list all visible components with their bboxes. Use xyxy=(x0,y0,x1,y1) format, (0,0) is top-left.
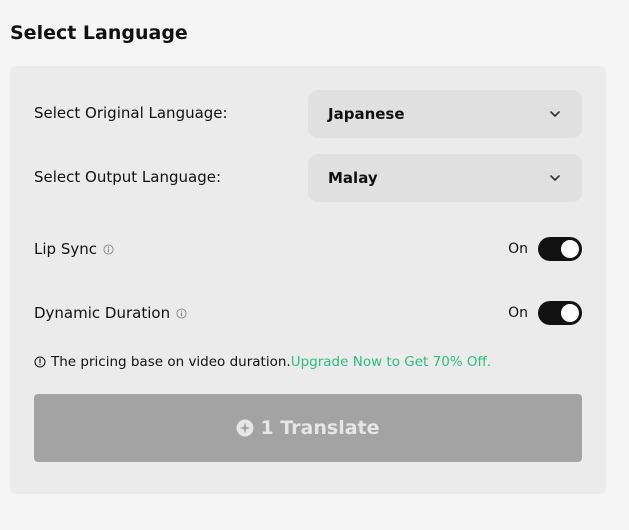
section-title: Select Language xyxy=(10,22,188,44)
toggle-knob xyxy=(561,240,579,258)
chevron-down-icon xyxy=(550,175,560,181)
dynamic-duration-state: On xyxy=(508,305,528,321)
output-language-select[interactable]: Malay xyxy=(308,154,582,202)
original-language-select[interactable]: Japanese xyxy=(308,90,582,138)
toggle-knob xyxy=(561,304,579,322)
dynamic-duration-toggle-group: On xyxy=(508,301,582,325)
original-language-label-text: Select Original Language: xyxy=(34,104,228,122)
lip-sync-state: On xyxy=(508,241,528,257)
pricing-note: The pricing base on video duration.Upgra… xyxy=(34,354,491,370)
translate-button-label: 1 Translate xyxy=(260,417,380,439)
lip-sync-label: Lip Sync xyxy=(34,239,114,259)
credit-coin-icon xyxy=(236,419,254,437)
output-language-value: Malay xyxy=(328,169,378,187)
output-language-label-text: Select Output Language: xyxy=(34,168,221,186)
lip-sync-label-text: Lip Sync xyxy=(34,240,97,258)
dynamic-duration-label: Dynamic Duration xyxy=(34,303,187,323)
info-icon xyxy=(34,356,46,368)
upgrade-link[interactable]: Upgrade Now to Get 70% Off. xyxy=(291,354,491,370)
translate-button[interactable]: 1 Translate xyxy=(34,394,582,462)
pricing-note-text: The pricing base on video duration. xyxy=(51,354,291,370)
info-icon[interactable] xyxy=(103,243,114,255)
original-language-label: Select Original Language: xyxy=(34,103,228,123)
chevron-down-icon xyxy=(550,111,560,117)
original-language-value: Japanese xyxy=(328,105,405,123)
lip-sync-toggle[interactable] xyxy=(538,237,582,261)
dynamic-duration-label-text: Dynamic Duration xyxy=(34,304,171,322)
language-settings-panel: Select Original Language: Japanese Selec… xyxy=(10,66,606,494)
dynamic-duration-toggle[interactable] xyxy=(538,301,582,325)
lip-sync-toggle-group: On xyxy=(508,237,582,261)
output-language-label: Select Output Language: xyxy=(34,167,221,187)
info-icon[interactable] xyxy=(176,307,187,319)
